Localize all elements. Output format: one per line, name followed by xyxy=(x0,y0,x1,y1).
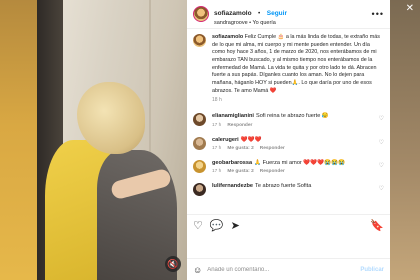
comment-like-icon[interactable]: ♡ xyxy=(379,139,384,146)
reply-button[interactable]: Responder xyxy=(227,123,252,128)
close-icon[interactable]: ✕ xyxy=(406,3,414,14)
reply-button[interactable]: Responder xyxy=(260,146,285,151)
reply-button[interactable]: Responder xyxy=(260,169,285,174)
comment-like-icon[interactable]: ♡ xyxy=(379,162,384,169)
avatar[interactable] xyxy=(193,113,206,127)
avatar[interactable] xyxy=(193,34,206,47)
more-horizontal-icon[interactable]: ••• xyxy=(372,9,384,19)
avatar[interactable] xyxy=(193,136,206,150)
comment-username[interactable]: calerugeri xyxy=(212,137,239,143)
heart-icon[interactable]: ♡ xyxy=(193,219,203,232)
comment-username[interactable]: geobarbarossa xyxy=(212,160,252,166)
post-panel: sofiazamolo • Seguir sandragroove • Yo q… xyxy=(187,0,390,280)
mute-icon[interactable]: 🔇 xyxy=(165,256,181,272)
comment-time: 17 h xyxy=(212,122,222,128)
comment-like-icon[interactable]: ♡ xyxy=(379,185,384,192)
post-header: sofiazamolo • Seguir sandragroove • Yo q… xyxy=(187,0,390,29)
share-icon[interactable]: ➤ xyxy=(231,219,240,232)
likes-row xyxy=(187,236,390,258)
header-separator: • xyxy=(258,10,261,18)
comment-time: 17 h xyxy=(212,146,222,151)
background-blur-right xyxy=(390,0,420,280)
post-actions: ♡ 💬 ➤ 🔖 xyxy=(187,214,390,236)
follow-button[interactable]: Seguir xyxy=(267,10,287,17)
comment-likes[interactable]: Me gusta: 2 xyxy=(227,146,253,151)
comment-input[interactable] xyxy=(207,266,361,273)
post-button[interactable]: Publicar xyxy=(360,267,384,273)
comment-text: Sofi reina te abrazo fuerte 😥 xyxy=(255,113,329,120)
caption-text: Feliz Cumple 🎂 a la más linda de todas, … xyxy=(212,34,380,94)
avatar[interactable] xyxy=(193,6,209,22)
comment-username[interactable]: elianamiglianini xyxy=(212,113,254,119)
caption-time: 18 h xyxy=(212,97,222,104)
comment-text: ❤️❤️❤️ xyxy=(240,136,262,143)
header-username[interactable]: sofiazamolo xyxy=(214,10,252,17)
comment-item: elianamiglianini Sofi reina te abrazo fue… xyxy=(193,113,384,128)
comment-text: 🙏 Fuerza mi amor ❤️❤️❤️😭😭😭 xyxy=(254,160,346,166)
comment-item: lulifernandezbe Te abrazo fuerte Sofita ♡ xyxy=(193,183,384,197)
caption: sofiazamolo Feliz Cumple 🎂 a la más lind… xyxy=(193,34,384,104)
comment-likes[interactable]: Me gusta: 2 xyxy=(227,169,253,174)
comments-list[interactable]: sofiazamolo Feliz Cumple 🎂 a la más lind… xyxy=(187,29,390,214)
comment-composer: ☺ Publicar xyxy=(187,258,390,280)
comment-time: 17 h xyxy=(212,169,222,175)
avatar[interactable] xyxy=(193,160,206,173)
background-blur-left xyxy=(0,0,37,280)
audio-subtitle[interactable]: sandragroove • Yo quería xyxy=(214,20,372,27)
comment-item: geobarbarossa 🙏 Fuerza mi amor ❤️❤️❤️😭😭😭 … xyxy=(193,160,384,174)
caption-username[interactable]: sofiazamolo xyxy=(212,34,243,40)
emoji-icon[interactable]: ☺ xyxy=(193,265,202,275)
header-text: sofiazamolo • Seguir sandragroove • Yo q… xyxy=(214,1,372,27)
comment-username[interactable]: lulifernandezbe xyxy=(212,183,253,189)
comment-text: Te abrazo fuerte Sofita xyxy=(255,183,312,190)
bookmark-icon[interactable]: 🔖 xyxy=(370,219,384,232)
post-video[interactable]: 🔇 xyxy=(37,0,187,280)
avatar[interactable] xyxy=(193,183,206,197)
comment-item: calerugeri ❤️❤️❤️ 17 h Me gusta: 2 Responde… xyxy=(193,136,384,151)
post-modal: 🔇 sofiazamolo • Seguir sandragroove • Yo… xyxy=(37,0,390,280)
comment-like-icon[interactable]: ♡ xyxy=(379,115,384,122)
comment-icon[interactable]: 💬 xyxy=(210,219,224,232)
